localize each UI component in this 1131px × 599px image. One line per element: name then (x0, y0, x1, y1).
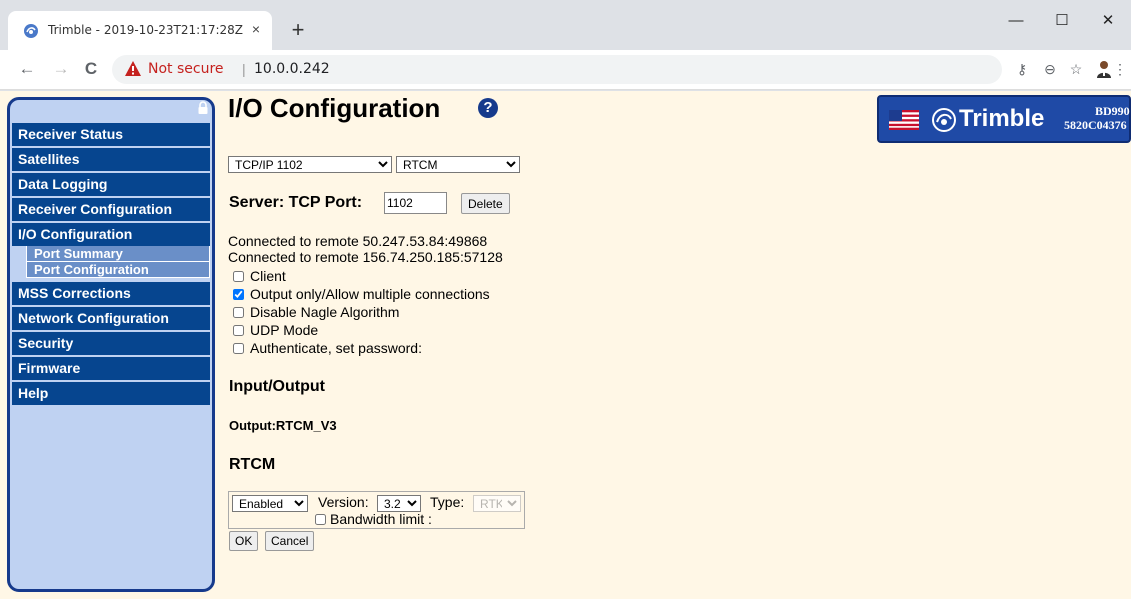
not-secure-label[interactable]: Not secure (148, 61, 224, 77)
protocol-select[interactable]: RTCM (396, 156, 520, 173)
close-window-button[interactable]: ✕ (1088, 8, 1128, 36)
disable-nagle-checkbox[interactable] (233, 307, 244, 318)
warning-icon (125, 61, 141, 76)
sidebar-menu: Receiver Status Satellites Data Logging … (12, 123, 210, 407)
rtcm-enabled-select[interactable]: Enabled (232, 495, 308, 512)
option-authenticate[interactable]: Authenticate, set password: (233, 340, 422, 357)
trimble-favicon-icon (24, 24, 38, 38)
io-submenu: Port Summary Port Configuration (26, 246, 210, 278)
zoom-icon[interactable]: ⊖ (1040, 59, 1060, 79)
star-icon[interactable]: ☆ (1066, 59, 1086, 79)
tcp-port-input[interactable] (384, 192, 447, 214)
browser-toolbar: ← → C Not secure | 10.0.0.242 ⚷ ⊖ ☆ ⋮ (0, 50, 1131, 90)
sidebar-item-help[interactable]: Help (12, 382, 210, 405)
sidebar-item-security[interactable]: Security (12, 332, 210, 355)
cancel-button[interactable]: Cancel (265, 531, 315, 551)
version-select[interactable]: 3.2 (377, 495, 421, 512)
input-output-heading: Input/Output (229, 378, 325, 395)
option-label: Disable Nagle Algorithm (250, 304, 400, 320)
tab-title: Trimble - 2019-10-23T21:17:28Z (48, 23, 243, 37)
bandwidth-limit-checkbox[interactable] (315, 514, 326, 525)
lock-icon (198, 101, 208, 114)
option-client[interactable]: Client (233, 268, 286, 285)
option-label: UDP Mode (250, 322, 319, 338)
browser-tab[interactable]: Trimble - 2019-10-23T21:17:28Z × (8, 11, 272, 50)
minimize-button[interactable]: — (996, 8, 1036, 36)
type-select[interactable]: RTK (473, 495, 521, 512)
receiver-serial: 5820C04376 (1064, 118, 1127, 132)
option-udp-mode[interactable]: UDP Mode (233, 322, 318, 339)
option-output-only[interactable]: Output only/Allow multiple connections (233, 286, 490, 303)
sidebar-subitem-port-configuration[interactable]: Port Configuration (27, 262, 209, 278)
server-tcp-port-label: Server: TCP Port: (229, 194, 363, 211)
trimble-logo-icon (932, 108, 956, 132)
option-label: Output only/Allow multiple connections (250, 286, 490, 302)
tab-close-icon[interactable]: × (247, 20, 265, 38)
rtcm-heading: RTCM (229, 456, 276, 473)
sidebar-item-network-configuration[interactable]: Network Configuration (12, 307, 210, 330)
page-viewport: Receiver Status Satellites Data Logging … (0, 91, 1131, 599)
url-text[interactable]: 10.0.0.242 (254, 61, 330, 77)
udp-mode-checkbox[interactable] (233, 325, 244, 336)
sidebar: Receiver Status Satellites Data Logging … (7, 97, 215, 592)
port-select[interactable]: TCP/IP 1102 (228, 156, 392, 173)
sidebar-item-io-configuration[interactable]: I/O Configuration (12, 223, 210, 246)
client-checkbox[interactable] (233, 271, 244, 282)
authenticate-checkbox[interactable] (233, 343, 244, 354)
sidebar-subitem-port-summary[interactable]: Port Summary (27, 246, 209, 262)
sidebar-item-firmware[interactable]: Firmware (12, 357, 210, 380)
url-separator: | (242, 61, 246, 77)
sidebar-item-mss-corrections[interactable]: MSS Corrections (12, 282, 210, 305)
option-label: Client (250, 268, 286, 284)
address-bar[interactable]: Not secure | 10.0.0.242 (112, 55, 1002, 84)
key-icon[interactable]: ⚷ (1012, 59, 1032, 79)
bandwidth-limit-option[interactable]: Bandwidth limit : (315, 511, 432, 527)
sidebar-item-satellites[interactable]: Satellites (12, 148, 210, 171)
version-label: Version: (318, 494, 369, 510)
ok-button[interactable]: OK (229, 531, 259, 551)
sidebar-item-data-logging[interactable]: Data Logging (12, 173, 210, 196)
browser-tab-bar: Trimble - 2019-10-23T21:17:28Z × + — ☐ ✕ (0, 0, 1131, 50)
new-tab-button[interactable]: + (287, 19, 309, 42)
brand-name: Trimble (959, 105, 1045, 132)
brand-banner: Trimble BD990 5820C04376 (877, 95, 1131, 143)
maximize-button[interactable]: ☐ (1042, 8, 1082, 36)
option-disable-nagle[interactable]: Disable Nagle Algorithm (233, 304, 399, 321)
type-label: Type: (430, 494, 465, 510)
reload-icon[interactable]: C (80, 58, 102, 80)
sidebar-item-receiver-configuration[interactable]: Receiver Configuration (12, 198, 210, 221)
us-flag-icon (889, 110, 919, 130)
page-title: I/O Configuration (228, 93, 441, 123)
connection-status: Connected to remote 156.74.250.185:57128 (228, 249, 503, 265)
bandwidth-limit-label: Bandwidth limit : (330, 511, 432, 527)
connection-status: Connected to remote 50.247.53.84:49868 (228, 233, 488, 249)
receiver-model: BD990 (1095, 104, 1130, 118)
rtcm-settings-box: Enabled Version: 3.2 Type: RTK Bandwidth… (228, 491, 525, 529)
output-only-checkbox[interactable] (233, 289, 244, 300)
option-label: Authenticate, set password: (250, 340, 422, 356)
output-format: Output:RTCM_V3 (229, 418, 337, 433)
delete-button[interactable]: Delete (461, 193, 510, 214)
back-icon[interactable]: ← (16, 58, 38, 80)
forward-icon[interactable]: → (50, 58, 72, 80)
browser-menu-icon[interactable]: ⋮ (1110, 59, 1130, 79)
help-icon[interactable]: ? (478, 98, 498, 118)
sidebar-item-receiver-status[interactable]: Receiver Status (12, 123, 210, 146)
